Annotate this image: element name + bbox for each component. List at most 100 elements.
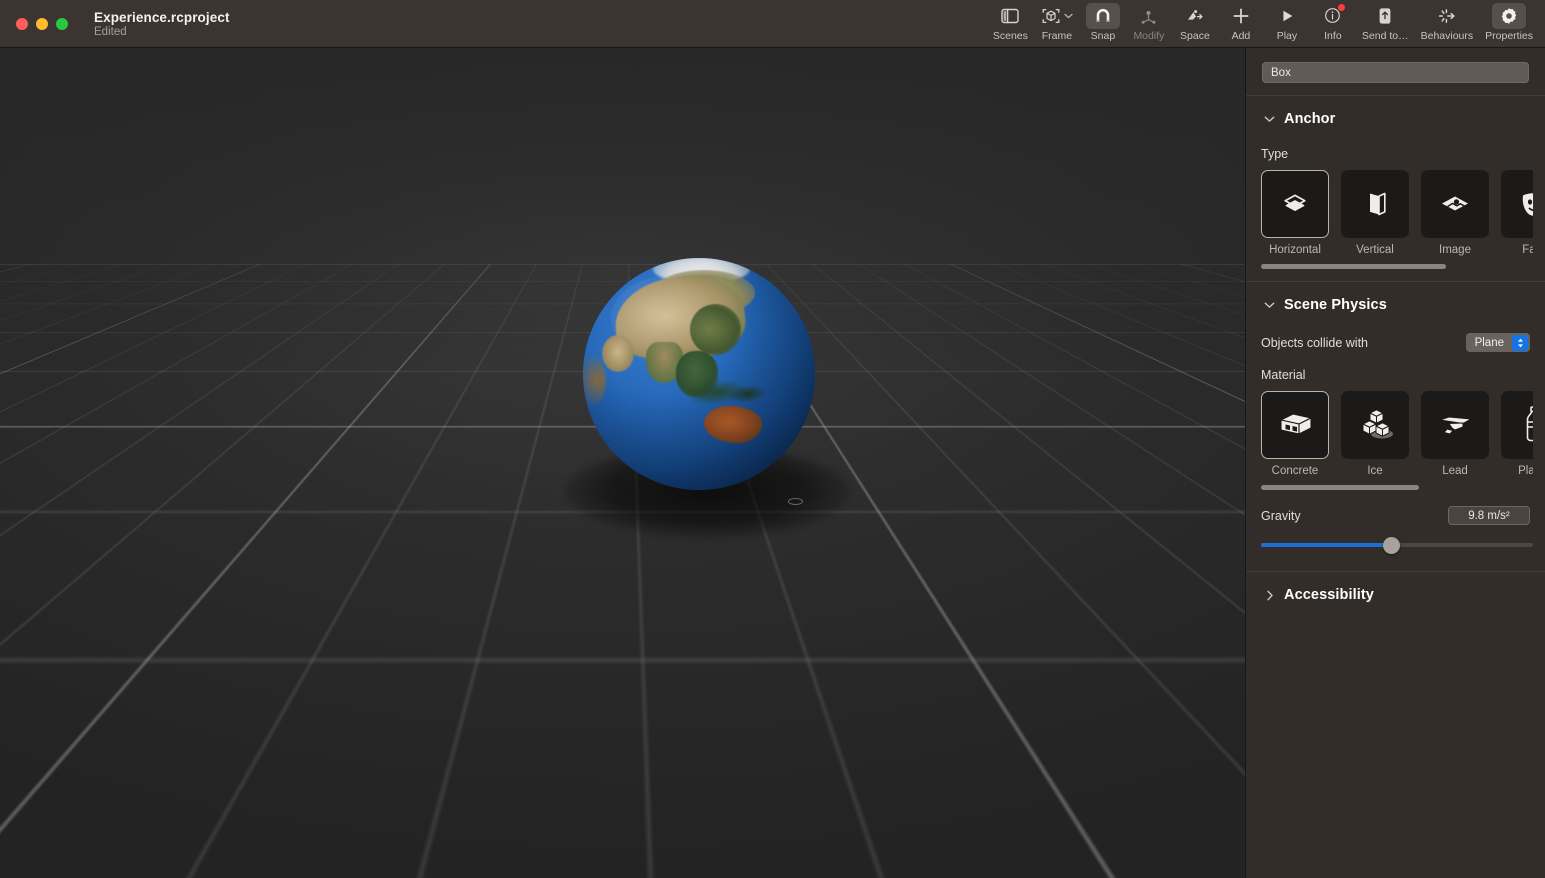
slider-fill — [1261, 543, 1392, 547]
lead-anvil-icon — [1421, 391, 1489, 459]
concrete-beam-icon — [1261, 391, 1329, 459]
toolbar-label: Space — [1180, 29, 1210, 42]
scrollbar-thumb[interactable] — [1261, 485, 1419, 490]
toolbar-label: Info — [1324, 29, 1342, 42]
play-icon — [1270, 3, 1304, 29]
chevron-down-icon — [1064, 13, 1073, 18]
material-lead[interactable]: Lead — [1421, 391, 1489, 477]
chip-label: Plastic — [1518, 465, 1533, 477]
toolbar-button-play[interactable]: Play — [1264, 0, 1310, 42]
toolbar-button-send-to[interactable]: Send to… — [1356, 0, 1415, 42]
toolbar-button-frame[interactable]: Frame — [1034, 0, 1080, 42]
gravity-slider[interactable] — [1261, 535, 1533, 555]
frame-icon-box — [1040, 3, 1074, 29]
toolbar-label: Scenes — [992, 29, 1028, 42]
anchor-title: Anchor — [1284, 111, 1336, 127]
frame-cube-icon — [1042, 8, 1060, 23]
scrollbar-thumb[interactable] — [1261, 264, 1446, 269]
toolbar-button-behaviours[interactable]: Behaviours — [1415, 0, 1480, 42]
zoom-button[interactable] — [56, 17, 68, 30]
sidebar-icon — [993, 3, 1027, 29]
chip-label: Horizontal — [1269, 244, 1321, 256]
toolbar-label: Properties — [1485, 29, 1533, 42]
toolbar-button-add[interactable]: Add — [1218, 0, 1264, 42]
behaviours-icon — [1430, 3, 1464, 29]
gravity-label: Gravity — [1261, 508, 1301, 523]
material-ice[interactable]: Ice — [1341, 391, 1409, 477]
anchor-type-scrollbar[interactable] — [1261, 264, 1533, 269]
modify-icon — [1132, 3, 1166, 29]
toolbar-label: Add — [1231, 29, 1251, 42]
scene-physics-section: Scene Physics Objects collide with Plane… — [1246, 282, 1545, 571]
chip-label: Ice — [1367, 465, 1383, 477]
notification-badge — [1336, 2, 1346, 12]
material-scrollbar[interactable] — [1261, 485, 1533, 490]
toolbar-label: Frame — [1041, 29, 1073, 42]
gravity-value-field[interactable]: 9.8 m/s² — [1448, 506, 1530, 525]
space-icon — [1178, 3, 1212, 29]
document-title-block: Experience.rcproject Edited — [94, 10, 230, 38]
properties-inspector: Anchor Type Horizontal — [1245, 48, 1545, 878]
accessibility-title: Accessibility — [1284, 587, 1374, 603]
plus-icon — [1224, 3, 1258, 29]
toolbar-label: Play — [1276, 29, 1298, 42]
object-name-input[interactable] — [1262, 62, 1529, 83]
anchor-type-label: Type — [1261, 147, 1289, 161]
toolbar-items: Scenes Frame Snap Modify Space Add Play … — [987, 0, 1545, 48]
toolbar-button-info[interactable]: Info — [1310, 0, 1356, 42]
anchor-type-strip[interactable]: Horizontal Vertical Image F — [1261, 161, 1533, 256]
horizontal-plane-icon — [1261, 170, 1329, 238]
material-plastic[interactable]: Plastic — [1501, 391, 1533, 477]
scene-physics-title: Scene Physics — [1284, 297, 1387, 313]
toolbar-button-space[interactable]: Space — [1172, 0, 1218, 42]
gear-icon — [1492, 2, 1527, 29]
floor-grid-major — [0, 48, 1245, 264]
chip-label: Vertical — [1356, 244, 1394, 256]
scene-physics-section-header[interactable]: Scene Physics — [1261, 282, 1530, 313]
material-strip[interactable]: Concrete Ice Lead Pl — [1261, 382, 1533, 477]
toolbar-button-modify[interactable]: Modify — [1126, 0, 1172, 42]
objects-collide-label: Objects collide with — [1261, 335, 1368, 350]
chip-label: Image — [1439, 244, 1471, 256]
gravity-row: Gravity 9.8 m/s² — [1261, 506, 1530, 525]
anchor-type-vertical[interactable]: Vertical — [1341, 170, 1409, 256]
chevron-down-icon — [1264, 300, 1275, 311]
main-window: Experience.rcproject Edited Scenes Frame… — [0, 0, 1545, 878]
material-label: Material — [1261, 368, 1306, 382]
close-button[interactable] — [16, 17, 28, 30]
anchor-section: Anchor Type Horizontal Vertical Image F — [1246, 96, 1545, 281]
object-name-row — [1246, 48, 1545, 95]
landmass-east-asia — [689, 304, 741, 356]
chip-label: Concrete — [1271, 465, 1319, 477]
toolbar-label: Behaviours — [1420, 29, 1474, 42]
send-to-icon — [1368, 3, 1402, 29]
anchor-section-header[interactable]: Anchor — [1261, 96, 1530, 127]
minimize-button[interactable] — [36, 17, 48, 30]
objects-collide-select[interactable]: Plane — [1465, 333, 1530, 352]
select-value: Plane — [1474, 336, 1504, 349]
anchor-type-face[interactable]: Face — [1501, 170, 1533, 256]
chip-label: Face — [1522, 244, 1533, 256]
slider-thumb[interactable] — [1383, 537, 1401, 554]
floor-grid-minor — [0, 48, 1245, 264]
toolbar-button-snap[interactable]: Snap — [1080, 0, 1126, 42]
vertical-plane-icon — [1341, 170, 1409, 238]
plastic-bottle-icon — [1501, 391, 1533, 459]
3d-viewport[interactable] — [0, 48, 1245, 878]
landmass-arabia — [601, 334, 635, 372]
anchor-type-image[interactable]: Image — [1421, 170, 1489, 256]
toolbar-button-scenes[interactable]: Scenes — [987, 0, 1034, 42]
toolbar-label: Send to… — [1361, 29, 1409, 42]
accessibility-section-header[interactable]: Accessibility — [1261, 572, 1530, 603]
face-mask-icon — [1501, 170, 1533, 238]
document-title: Experience.rcproject — [94, 9, 230, 25]
toolbar-label: Snap — [1090, 29, 1116, 42]
accessibility-section: Accessibility — [1246, 572, 1545, 603]
material-concrete[interactable]: Concrete — [1261, 391, 1329, 477]
earth-globe-object[interactable] — [583, 258, 815, 490]
toolbar-label: Modify — [1133, 29, 1165, 42]
anchor-type-horizontal[interactable]: Horizontal — [1261, 170, 1329, 256]
info-circle-icon — [1316, 2, 1350, 29]
chip-label: Lead — [1442, 465, 1468, 477]
toolbar-button-properties[interactable]: Properties — [1479, 0, 1539, 42]
